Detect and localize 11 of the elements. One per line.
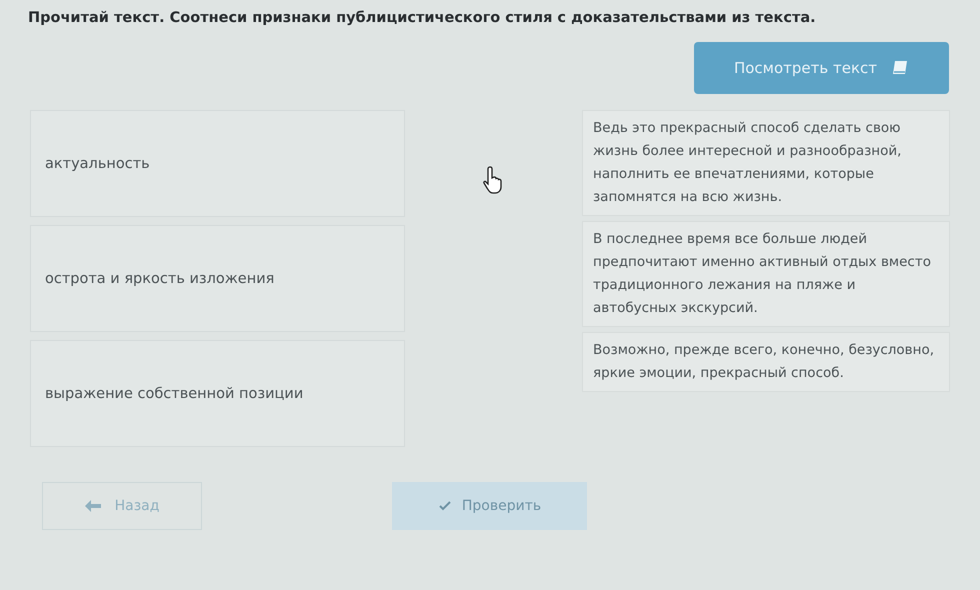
task-title: Прочитай текст. Соотнеси признаки публицистического стиля с доказательствами из текста. [28,10,817,26]
drop-zone[interactable]: выражение собственной позиции [30,340,405,447]
drop-zone[interactable]: острота и яркость изложения [30,225,405,332]
hand-cursor-icon [482,165,504,195]
book-icon [891,60,910,76]
evidence-card[interactable]: Ведь это прекрасный способ сделать свою жизнь более интересной и разнообразной, наполнить ее впечатлениями, которые запомнятся на всю жизнь. [582,110,950,216]
evidence-card[interactable]: Возможно, прежде всего, конечно, безусловно, яркие эмоции, прекрасный способ. [582,332,950,392]
arrow-left-icon [84,500,101,512]
drop-zone[interactable]: актуальность [30,110,405,217]
check-icon [438,499,452,513]
evidence-card[interactable]: В последнее время все больше людей предпочитают именно активный отдых вместо традиционного лежания на пляже и автобусных экскурсий. [582,221,950,327]
